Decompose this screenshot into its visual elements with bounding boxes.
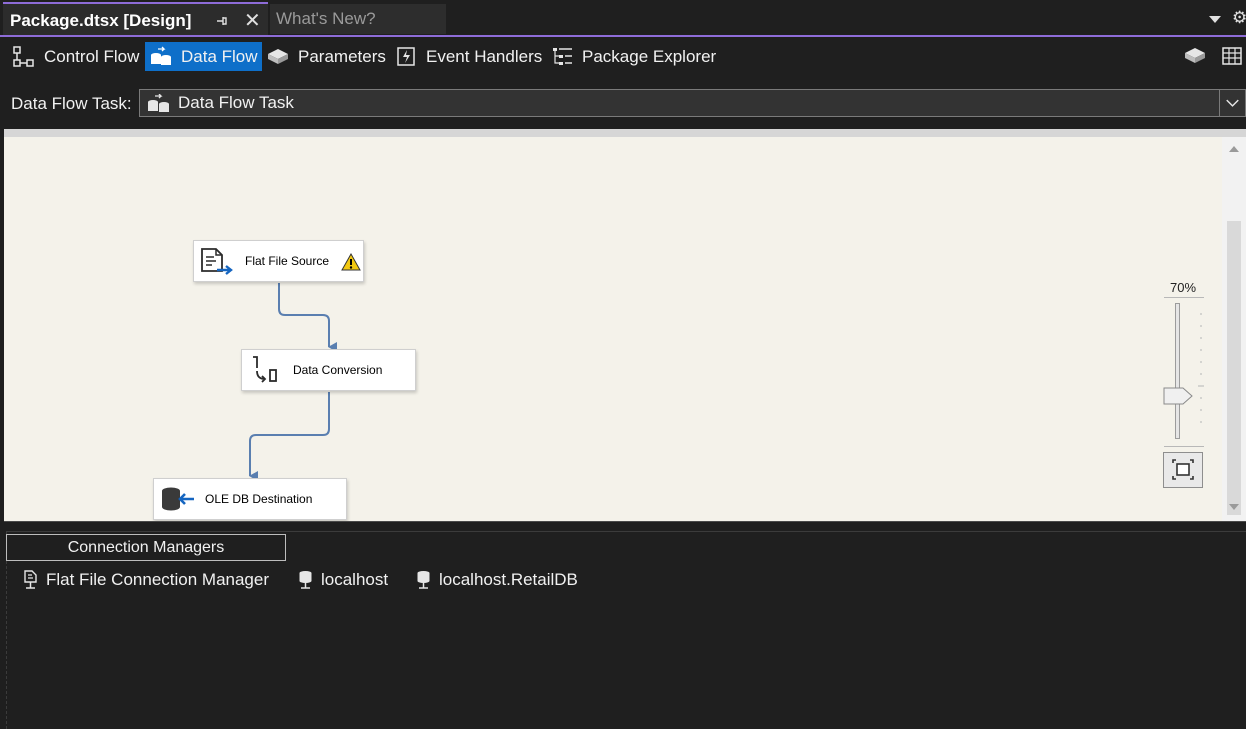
component-flat-file-source[interactable]: Flat File Source: [193, 240, 364, 282]
fit-to-window-icon: [1172, 459, 1194, 480]
database-connection-icon: [417, 571, 430, 589]
tab-label: Control Flow: [44, 46, 140, 66]
data-flow-task-icon: [148, 94, 169, 112]
connection-localhost-retaildb[interactable]: localhost.RetailDB: [416, 569, 578, 591]
control-flow-icon: [13, 45, 34, 67]
chevron-down-icon[interactable]: [1219, 90, 1245, 116]
flat-file-connection-icon: [24, 570, 37, 589]
connection-managers-title: Connection Managers: [67, 539, 225, 556]
zoom-slider-track[interactable]: [1175, 303, 1180, 439]
component-label: Data Conversion: [293, 363, 383, 377]
data-conversion-icon: [253, 356, 277, 383]
tab-whats-new[interactable]: What's New?: [270, 4, 446, 34]
connection-name: localhost: [321, 570, 389, 589]
document-tab-bar: Package.dtsx [Design] ✕ What's New? ⚙: [0, 0, 1246, 37]
tab-title: What's New?: [276, 9, 376, 28]
tab-data-flow[interactable]: Data Flow: [145, 42, 262, 71]
connection-localhost[interactable]: localhost: [298, 569, 388, 591]
component-ole-db-destination[interactable]: OLE DB Destination: [153, 478, 347, 520]
tab-package-design[interactable]: Package.dtsx [Design] ✕: [3, 2, 268, 36]
connection-name: Flat File Connection Manager: [46, 570, 270, 589]
variables-grid-icon[interactable]: [1220, 44, 1244, 68]
tab-overflow-dropdown-icon[interactable]: [1208, 12, 1222, 26]
connection-name: localhost.RetailDB: [439, 570, 578, 589]
tab-event-handlers[interactable]: Event Handlers: [396, 42, 542, 71]
scroll-thumb[interactable]: [1227, 221, 1241, 515]
zoom-divider: [1164, 297, 1204, 298]
data-flow-task-row: Data Flow Task: Data Flow Task: [0, 83, 1246, 127]
design-surface-scrollbar[interactable]: [1222, 137, 1246, 521]
path-flat-file-to-conversion: [278, 283, 337, 352]
component-data-conversion[interactable]: Data Conversion: [241, 349, 416, 391]
tab-label: Package Explorer: [582, 46, 717, 66]
tab-connection-managers[interactable]: Connection Managers: [6, 534, 286, 561]
data-flow-design-surface[interactable]: Flat File Source Data Conversion OLE DB …: [4, 137, 1222, 521]
zoom-ticks: [1198, 313, 1204, 423]
data-paths: [249, 283, 337, 481]
tab-title: Package.dtsx [Design]: [10, 11, 192, 30]
zoom-slider-handle[interactable]: [1163, 387, 1193, 405]
gear-icon[interactable]: ⚙: [1232, 9, 1246, 27]
close-tab-icon[interactable]: ✕: [244, 11, 261, 31]
flat-file-source-icon: [201, 248, 233, 275]
tab-label: Parameters: [298, 46, 386, 66]
parameters-icon: [268, 48, 288, 64]
designer-toolbar: Control Flow Data Flow Parameters Event …: [0, 37, 1246, 75]
data-flow-icon: [151, 46, 171, 65]
tab-package-explorer[interactable]: Package Explorer: [552, 42, 716, 71]
selected-task: Data Flow Task: [178, 93, 294, 112]
warning-icon[interactable]: [341, 253, 361, 271]
component-label: Flat File Source: [245, 254, 330, 268]
package-parts-icon[interactable]: [1183, 44, 1207, 68]
path-conversion-to-destination: [249, 392, 330, 481]
pin-icon[interactable]: [215, 14, 229, 28]
ole-db-destination-icon: [162, 487, 194, 511]
package-explorer-icon: [553, 47, 572, 65]
scroll-up-icon[interactable]: [1229, 145, 1239, 153]
connection-flat-file[interactable]: Flat File Connection Manager: [23, 569, 269, 591]
scroll-down-icon[interactable]: [1229, 503, 1239, 511]
database-connection-icon: [299, 571, 312, 589]
tab-control-flow[interactable]: Control Flow: [12, 42, 139, 71]
task-selector-label: Data Flow Task:: [11, 94, 132, 113]
event-handlers-icon: [397, 46, 415, 66]
zoom-to-fit-button[interactable]: [1163, 452, 1203, 488]
zoom-level: 70%: [1169, 280, 1197, 295]
panel-splitter[interactable]: [4, 521, 1246, 530]
zoom-divider: [1164, 446, 1204, 447]
tab-parameters[interactable]: Parameters: [266, 42, 386, 71]
tab-label: Data Flow: [181, 46, 258, 66]
tab-label: Event Handlers: [426, 46, 543, 66]
data-flow-task-dropdown[interactable]: Data Flow Task: [139, 89, 1246, 117]
zoom-control: 70%: [1160, 276, 1210, 496]
component-label: OLE DB Destination: [205, 492, 313, 506]
